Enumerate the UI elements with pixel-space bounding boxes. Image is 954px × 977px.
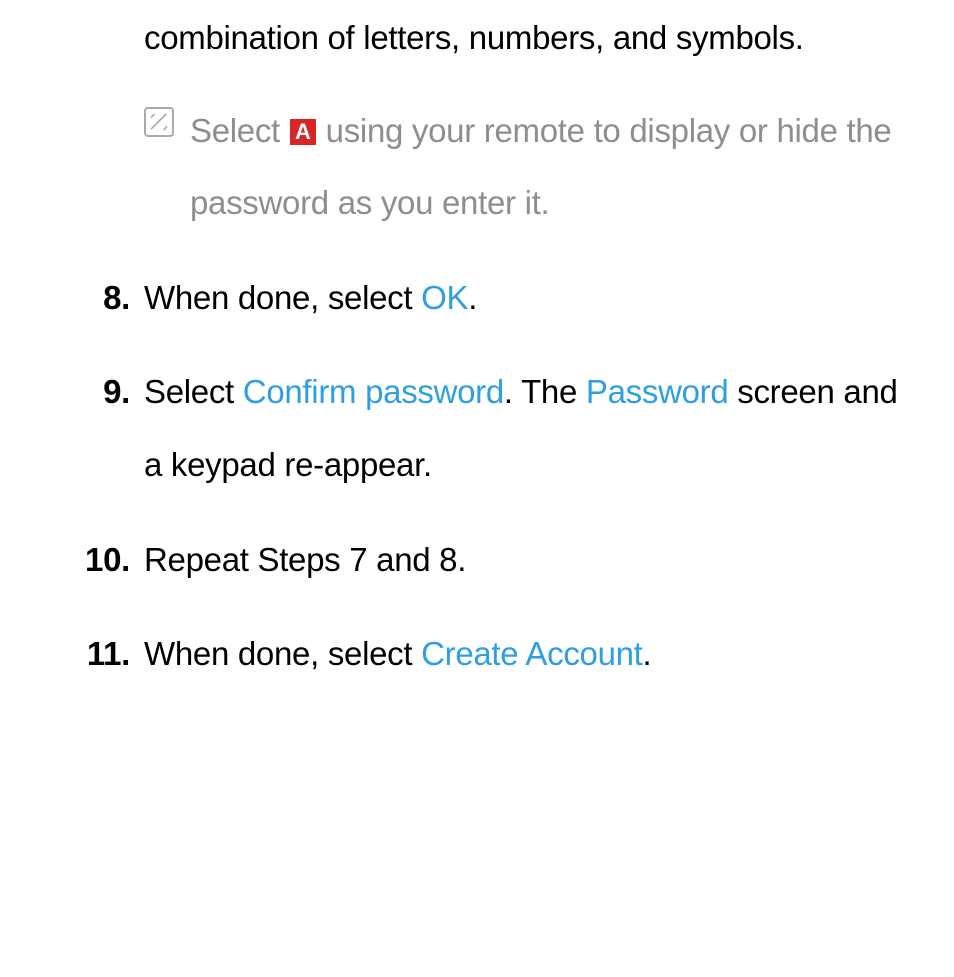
continuation-paragraph: combination of letters, numbers, and sym… xyxy=(0,2,954,75)
continuation-text: combination of letters, numbers, and sym… xyxy=(144,19,804,56)
step-number: 11. xyxy=(76,618,130,691)
step-9: 9. Select Confirm password. The Password… xyxy=(0,356,954,501)
text-part: When done, select xyxy=(144,635,421,672)
text-part: . The xyxy=(504,373,586,410)
confirm-password-link: Confirm password xyxy=(243,373,504,410)
note-text: Select A using your remote to display or… xyxy=(144,95,914,240)
note-block: Select A using your remote to display or… xyxy=(0,95,954,240)
step-text: When done, select OK. xyxy=(144,279,477,316)
document-content: combination of letters, numbers, and sym… xyxy=(0,0,954,691)
password-link: Password xyxy=(586,373,729,410)
text-part: . xyxy=(468,279,477,316)
a-button-icon: A xyxy=(290,119,316,145)
ok-link: OK xyxy=(421,279,468,316)
text-part: When done, select xyxy=(144,279,421,316)
step-10: 10. Repeat Steps 7 and 8. xyxy=(0,524,954,597)
step-8: 8. When done, select OK. xyxy=(0,262,954,335)
note-icon xyxy=(144,107,174,137)
step-text: Repeat Steps 7 and 8. xyxy=(144,541,466,578)
step-number: 9. xyxy=(76,356,130,429)
step-number: 10. xyxy=(76,524,130,597)
text-part: . xyxy=(643,635,652,672)
step-number: 8. xyxy=(76,262,130,335)
create-account-link: Create Account xyxy=(421,635,642,672)
note-prefix: Select xyxy=(190,112,289,149)
step-text: When done, select Create Account. xyxy=(144,635,651,672)
text-part: Repeat Steps 7 and 8. xyxy=(144,541,466,578)
step-11: 11. When done, select Create Account. xyxy=(0,618,954,691)
text-part: Select xyxy=(144,373,243,410)
step-text: Select Confirm password. The Password sc… xyxy=(144,373,898,483)
